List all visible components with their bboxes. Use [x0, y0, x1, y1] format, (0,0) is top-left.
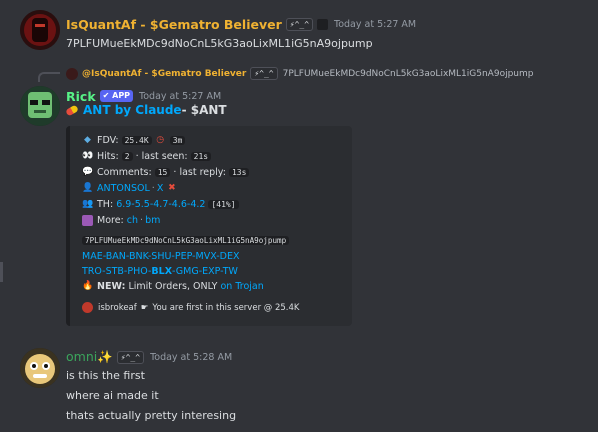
timestamp: Today at 5:27 AM	[139, 90, 222, 102]
more-row: More: ch · bm	[82, 215, 160, 226]
hits-row: 👀 Hits: 2 · last seen: 21s	[82, 151, 212, 162]
speech-bubble-icon: 💬	[82, 167, 94, 177]
platform-links-2a[interactable]: TRO-STB-PHO-	[82, 266, 151, 277]
fdv-value: 25.4K	[121, 136, 152, 145]
hits-label: Hits:	[97, 151, 119, 162]
message-line: thats actually pretty interesing	[66, 409, 237, 422]
user-tag: ⚡^_^	[116, 350, 145, 364]
username-omni[interactable]: omni✨	[66, 349, 113, 365]
reply-avatar	[66, 67, 78, 80]
last-reply-label: · last reply:	[173, 167, 226, 178]
comments-row: 💬 Comments: 15 · last reply: 13s	[82, 167, 250, 178]
username-rick[interactable]: Rick	[66, 89, 96, 104]
avatar-omni[interactable]	[20, 348, 60, 388]
embed-card: ◆ FDV: 25.4K ◷ 3m 👀 Hits: 2 · last seen:…	[66, 126, 352, 326]
age-value: 3m	[169, 136, 186, 145]
eyes-icon: 👀	[82, 151, 94, 161]
scroll-handle[interactable]	[0, 262, 3, 282]
platform-links-row-2: TRO-STB-PHO- BLX -GMG-EXP-TW	[82, 266, 238, 277]
holders-icon: 👥	[82, 199, 94, 209]
message-line: where ai made it	[66, 389, 159, 402]
new-feature-row: 🔥 NEW: Limit Orders, ONLY on Trojan	[82, 281, 264, 292]
dev-link[interactable]: ANTONSOL	[97, 183, 150, 194]
footer-user: isbrokeaf	[98, 302, 137, 313]
fdv-row: ◆ FDV: 25.4K ◷ 3m	[82, 135, 186, 146]
reply-tag: ⚡^_^	[250, 67, 278, 80]
hits-value: 2	[121, 152, 133, 161]
dev-separator: ·	[151, 183, 155, 194]
footer-text: You are first in this server @ 25.4K	[152, 302, 300, 313]
th-label: TH:	[97, 199, 114, 210]
th-values[interactable]: 6.9-5.5-4.7-4.6-4.2	[116, 199, 205, 210]
platform-links-row-1[interactable]: MAE-BAN-BNK-SHU-PEP-MVX-DEX	[82, 251, 240, 262]
bear-icon	[317, 18, 329, 30]
fdv-label: FDV:	[97, 135, 119, 146]
contract-address[interactable]: 7PLFUMueEkMDc9dNoCnL5kG3aoLixML1iG5nA9oj…	[82, 236, 290, 245]
person-icon: 👤	[82, 183, 94, 193]
comments-label: Comments:	[97, 167, 152, 178]
footer-avatar	[82, 302, 93, 313]
cross-mark-icon: ✖	[168, 183, 176, 193]
clock-icon: ◷	[156, 135, 165, 145]
th-percent: [41%]	[208, 200, 239, 209]
reply-username[interactable]: @IsQuantAf - $Gematro Believer	[82, 69, 246, 79]
x-link[interactable]: X	[157, 183, 164, 194]
timestamp: Today at 5:27 AM	[334, 18, 417, 30]
embed-footer: isbrokeaf ☛ You are first in this server…	[82, 302, 299, 313]
platform-links-2c[interactable]: -GMG-EXP-TW	[172, 266, 238, 277]
reply-preview[interactable]: @IsQuantAf - $Gematro Believer ⚡^_^ 7PLF…	[66, 67, 533, 80]
more-separator: ·	[140, 215, 144, 226]
new-label: NEW:	[97, 281, 126, 292]
address-row: 7PLFUMueEkMDc9dNoCnL5kG3aoLixML1iG5nA9oj…	[82, 236, 290, 245]
comments-value: 15	[154, 168, 171, 177]
ch-link[interactable]: ch	[127, 215, 138, 226]
timestamp: Today at 5:28 AM	[150, 351, 233, 363]
trojan-link[interactable]: on Trojan	[220, 281, 263, 292]
username-isquantaf[interactable]: IsQuantAf - $Gematro Believer	[66, 17, 282, 32]
embed-title-ticker: - $ANT	[181, 103, 227, 117]
platform-link-blx[interactable]: BLX	[151, 266, 172, 277]
more-label: More:	[97, 215, 124, 226]
reply-spine	[38, 72, 60, 82]
avatar-isquantaf[interactable]	[20, 10, 60, 50]
dev-row: 👤 ANTONSOL · X ✖	[82, 183, 181, 194]
holders-row: 👥 TH: 6.9-5.5-4.7-4.6-4.2 [41%]	[82, 199, 239, 210]
reply-content[interactable]: 7PLFUMueEkMDc9dNoCnL5kG3aoLixML1iG5nA9oj…	[283, 69, 534, 79]
new-text: Limit Orders, ONLY	[128, 281, 218, 292]
pointing-hand-icon: ☛	[140, 302, 149, 313]
bm-link[interactable]: bm	[145, 215, 160, 226]
message-content: 7PLFUMueEkMDc9dNoCnL5kG3aoLixML1iG5nA9oj…	[66, 37, 373, 50]
user-tag: ⚡^_^	[285, 17, 314, 31]
last-reply-value: 13s	[228, 168, 250, 177]
last-seen-label: · last seen:	[135, 151, 188, 162]
avatar-rick[interactable]	[20, 86, 60, 126]
embed-title: ANT by Claude - $ANT	[65, 103, 227, 117]
gem-icon: ◆	[84, 135, 91, 145]
fire-icon: 🔥	[82, 281, 94, 291]
pill-icon	[65, 103, 79, 117]
embed-title-link[interactable]: ANT by Claude	[83, 103, 182, 117]
message-line: is this the first	[66, 369, 145, 382]
chat-log: IsQuantAf - $Gematro Believer ⚡^_^ Today…	[0, 0, 598, 432]
app-badge: ✔ APP	[99, 90, 134, 102]
last-seen-value: 21s	[190, 152, 212, 161]
purple-square-icon	[82, 215, 93, 226]
